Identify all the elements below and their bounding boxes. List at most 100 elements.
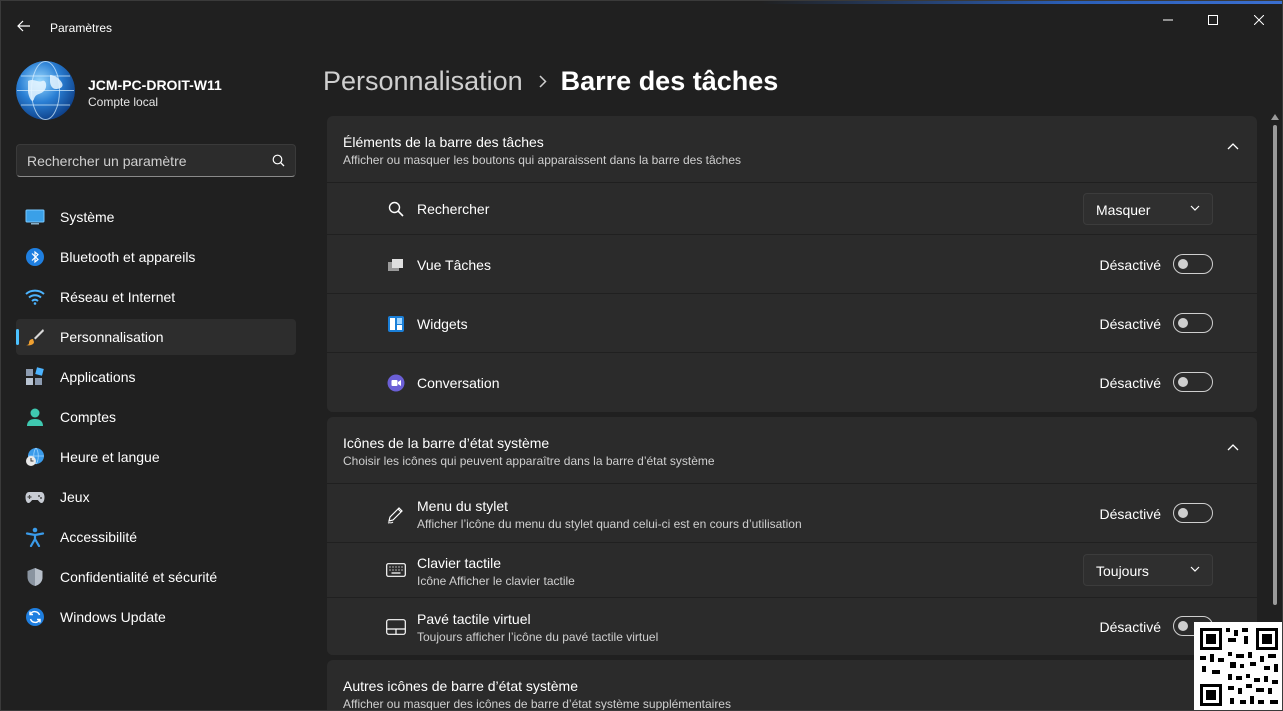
breadcrumb-parent[interactable]: Personnalisation (323, 66, 523, 97)
sidebar-item-label: Comptes (60, 409, 117, 425)
search-icon (385, 198, 407, 220)
setting-row-virtual-touchpad: Pavé tactile virtuel Toujours afficher l… (327, 598, 1257, 655)
sidebar-item-comptes[interactable]: Comptes (16, 399, 296, 435)
sidebar-item-label: Windows Update (60, 609, 166, 625)
tray-icons-section: Icônes de la barre d’état système Choisi… (327, 417, 1257, 655)
sidebar-item-jeux[interactable]: Jeux (16, 479, 296, 515)
update-icon (25, 607, 45, 627)
setting-description: Icône Afficher le clavier tactile (417, 574, 575, 588)
minimize-button[interactable] (1156, 9, 1180, 31)
sidebar-item-confidentialite[interactable]: Confidentialité et sécurité (16, 559, 296, 595)
task-view-toggle[interactable] (1173, 254, 1213, 274)
sidebar-item-label: Confidentialité et sécurité (60, 569, 218, 585)
widgets-icon (385, 313, 407, 335)
chevron-up-icon[interactable] (1227, 142, 1239, 150)
task-view-icon (385, 254, 407, 276)
gamepad-icon (25, 487, 45, 507)
sidebar-item-reseau[interactable]: Réseau et Internet (16, 279, 296, 315)
toggle-state-label: Désactivé (1099, 506, 1161, 522)
breadcrumb: Personnalisation Barre des tâches (323, 63, 778, 99)
sidebar-item-label: Personnalisation (60, 329, 164, 345)
search-input[interactable] (17, 145, 267, 176)
toggle-knob (1178, 377, 1188, 387)
section-header[interactable]: Autres icônes de barre d’état système Af… (327, 660, 1257, 711)
user-profile[interactable]: JCM-PC-DROIT-W11 Compte local (16, 61, 296, 121)
setting-label: Clavier tactile (417, 555, 502, 571)
qr-code (1194, 622, 1282, 710)
toggle-state-label: Désactivé (1099, 257, 1161, 273)
back-button[interactable] (11, 13, 37, 39)
sidebar-item-label: Accessibilité (60, 529, 138, 545)
other-tray-icons-section[interactable]: Autres icônes de barre d’état système Af… (327, 660, 1257, 711)
globe-clock-icon (25, 447, 45, 467)
setting-row-pen-menu: Menu du stylet Afficher l’icône du menu … (327, 484, 1257, 543)
close-icon (1254, 15, 1264, 25)
title-bar: Paramètres (1, 1, 1282, 49)
section-header[interactable]: Éléments de la barre des tâches Afficher… (327, 116, 1257, 183)
display-icon (25, 207, 45, 227)
setting-description: Toujours afficher l’icône du pavé tactil… (417, 630, 659, 644)
sidebar-item-accessibilite[interactable]: Accessibilité (16, 519, 296, 555)
sidebar-item-heure-langue[interactable]: Heure et langue (16, 439, 296, 475)
bluetooth-icon (25, 247, 45, 267)
widgets-toggle[interactable] (1173, 313, 1213, 333)
section-title: Autres icônes de barre d’état système (343, 678, 579, 694)
shield-icon (25, 567, 45, 587)
pen-icon (385, 503, 407, 525)
section-subtitle: Afficher ou masquer des icônes de barre … (343, 697, 731, 711)
maximize-button[interactable] (1201, 9, 1225, 31)
app-title: Paramètres (50, 21, 113, 35)
settings-search[interactable] (16, 144, 296, 177)
search-mode-dropdown[interactable]: Masquer (1083, 193, 1213, 225)
person-icon (25, 407, 45, 427)
active-indicator (16, 329, 19, 345)
setting-label: Pavé tactile virtuel (417, 611, 531, 627)
taskbar-items-section: Éléments de la barre des tâches Afficher… (327, 116, 1257, 412)
sidebar-item-bluetooth[interactable]: Bluetooth et appareils (16, 239, 296, 275)
chevron-up-icon[interactable] (1227, 443, 1239, 451)
scroll-up-icon[interactable] (1271, 114, 1279, 120)
toggle-knob (1178, 621, 1188, 631)
settings-window: Paramètres JCM-PC-DROIT-W11 Compte local… (0, 0, 1283, 711)
toggle-knob (1178, 508, 1188, 518)
setting-row-task-view: Vue Tâches Désactivé (327, 235, 1257, 294)
toggle-knob (1178, 259, 1188, 269)
chat-icon (385, 372, 407, 394)
keyboard-icon (385, 559, 407, 581)
account-type: Compte local (88, 95, 159, 109)
apps-icon (25, 367, 45, 387)
touch-keyboard-dropdown[interactable]: Toujours (1083, 554, 1213, 586)
toggle-state-label: Désactivé (1099, 316, 1161, 332)
settings-content: Éléments de la barre des tâches Afficher… (327, 116, 1257, 711)
close-button[interactable] (1247, 9, 1271, 31)
toggle-state-label: Désactivé (1099, 619, 1161, 635)
sidebar-item-label: Système (60, 209, 115, 225)
sidebar-item-personnalisation[interactable]: Personnalisation (16, 319, 296, 355)
setting-row-chat: Conversation Désactivé (327, 353, 1257, 412)
setting-label: Widgets (417, 316, 468, 332)
section-title: Éléments de la barre des tâches (343, 134, 544, 150)
touchpad-icon (385, 616, 407, 638)
sidebar-item-label: Jeux (60, 489, 90, 505)
sidebar-item-windows-update[interactable]: Windows Update (16, 599, 296, 635)
sidebar-item-applications[interactable]: Applications (16, 359, 296, 395)
search-icon[interactable] (272, 154, 285, 167)
maximize-icon (1208, 15, 1218, 25)
scrollbar-thumb[interactable] (1273, 125, 1277, 605)
setting-label: Menu du stylet (417, 498, 509, 514)
pen-menu-toggle[interactable] (1173, 503, 1213, 523)
page-title: Barre des tâches (560, 65, 779, 96)
avatar (16, 61, 75, 120)
qr-code-icon (1194, 622, 1282, 710)
back-arrow-icon (17, 20, 30, 32)
brush-icon (25, 327, 45, 347)
section-header[interactable]: Icônes de la barre d’état système Choisi… (327, 417, 1257, 484)
user-name: JCM-PC-DROIT-W11 (88, 77, 222, 93)
sidebar-item-systeme[interactable]: Système (16, 199, 296, 235)
wifi-icon (25, 287, 45, 307)
setting-label: Vue Tâches (417, 257, 491, 273)
chat-toggle[interactable] (1173, 372, 1213, 392)
sidebar-item-label: Bluetooth et appareils (60, 249, 196, 265)
accessibility-icon (25, 527, 45, 547)
chevron-down-icon (1190, 566, 1200, 572)
